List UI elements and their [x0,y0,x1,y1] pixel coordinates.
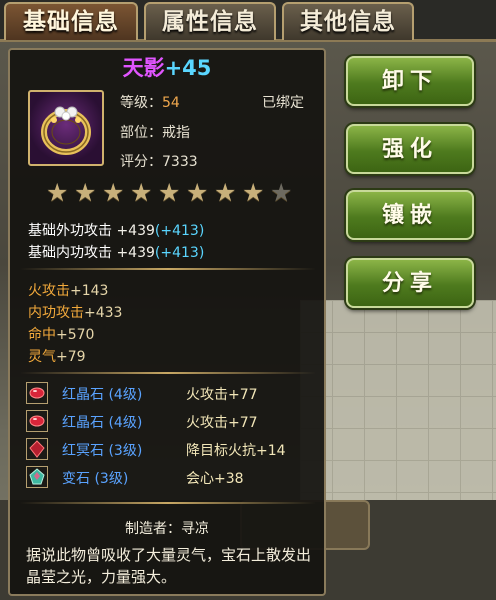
star-filled-icon: ★ [46,178,69,207]
item-name: 天影+45 [10,52,324,82]
tab-bar: 基础信息 属性信息 其他信息 [0,0,496,42]
item-slot: 部位：戒指 [120,125,190,141]
enhance-button[interactable]: 强化 [346,124,474,174]
star-filled-icon: ★ [130,178,153,207]
share-button[interactable]: 分享 [346,258,474,308]
gem-name: 红晶石 (4级) [62,415,143,431]
attr-value: +570 [56,327,95,343]
stat-value: +439 [116,245,155,261]
divider [20,372,316,374]
base-stat-outer-attack: 基础外功攻击 +439(+413) [28,220,204,240]
attr-spirit: 灵气+79 [28,346,86,366]
gem-name: 红冥石 (3级) [62,443,143,459]
maker-credit: 制造者：寻凉 [125,521,209,537]
level-value: 54 [162,95,180,111]
gem-name: 变石 (3级) [62,471,129,487]
stat-bonus: (+413) [154,245,205,261]
gem-effect: 火攻击+77 [186,415,258,431]
star-filled-icon: ★ [214,178,237,207]
star-filled-icon: ★ [158,178,181,207]
item-description: 据说此物曾吸收了大量灵气，宝石上散发出晶莹之光，力量强大。 [26,546,312,586]
gem-effect: 火攻击+77 [186,387,258,403]
attr-label: 命中 [28,327,56,343]
gem-effect: 会心+38 [186,471,244,487]
tab-basic-info[interactable]: 基础信息 [4,2,138,40]
attr-label: 火攻击 [28,283,70,299]
gold-ring-icon [28,90,104,166]
item-name-base: 天影 [122,56,165,80]
stat-bonus: (+413) [154,223,205,239]
star-filled-icon: ★ [102,178,125,207]
base-stat-inner-attack: 基础内功攻击 +439(+413) [28,242,204,262]
star-filled-icon: ★ [74,178,97,207]
item-tooltip: 天影+45 等级：54 已绑定 部位：戒指 评分：7333 ★ ★ ★ ★ ★ … [8,48,326,596]
attr-hit: 命中+570 [28,324,94,344]
divider [20,502,316,504]
star-filled-icon: ★ [242,178,265,207]
bound-status: 已绑定 [262,95,304,111]
tab-attribute-info[interactable]: 属性信息 [144,2,276,40]
attr-label: 灵气 [28,349,56,365]
item-level: 等级：54 [120,92,180,112]
red-dark-gem-icon [26,438,48,460]
attr-fire-attack: 火攻击+143 [28,280,108,300]
attr-label: 内功攻击 [28,305,84,321]
star-empty-icon: ★ [270,178,293,207]
gem-effect: 降目标火抗+14 [186,443,286,459]
attr-value: +79 [56,349,86,365]
attr-value: +143 [70,283,109,299]
inlay-button[interactable]: 镶嵌 [346,190,474,240]
red-crystal-gem-icon [26,410,48,432]
divider [20,268,316,270]
attr-value: +433 [84,305,123,321]
stat-value: +439 [116,223,155,239]
attr-inner-attack: 内功攻击+433 [28,302,122,322]
item-score: 评分：7333 [120,154,198,170]
stat-label: 基础外功攻击 [28,223,112,239]
stat-label: 基础内功攻击 [28,245,112,261]
gem-name: 红晶石 (4级) [62,387,143,403]
star-rating: ★ ★ ★ ★ ★ ★ ★ ★ ★ [46,180,295,205]
teal-gem-icon [26,466,48,488]
tab-other-info[interactable]: 其他信息 [282,2,414,40]
item-enhance-level: +45 [164,56,212,80]
red-crystal-gem-icon [26,382,48,404]
star-filled-icon: ★ [186,178,209,207]
unequip-button[interactable]: 卸下 [346,56,474,106]
level-label: 等级： [120,95,162,111]
